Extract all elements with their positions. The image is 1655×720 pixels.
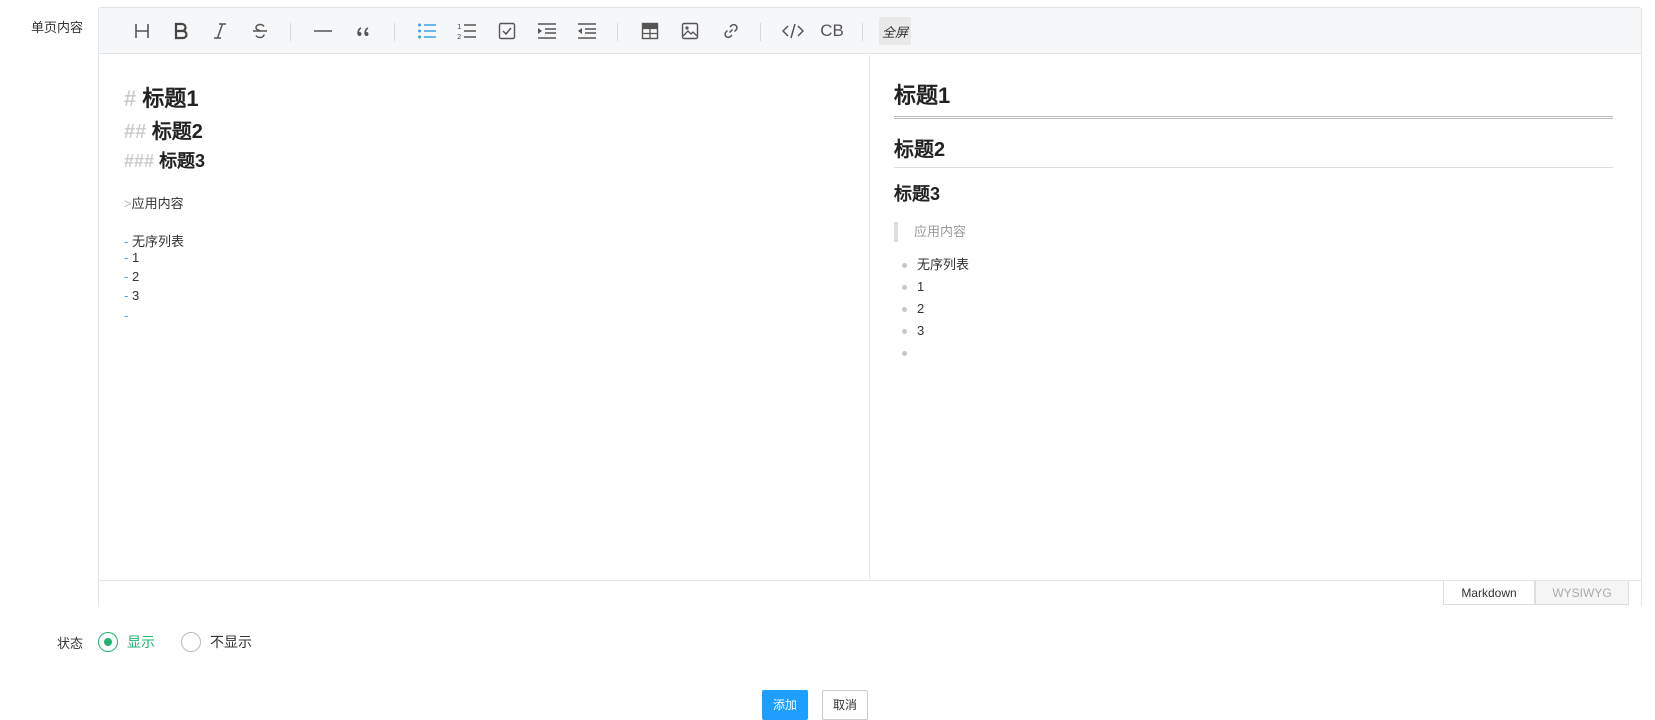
indent-icon[interactable] [532, 17, 562, 45]
md-quote: >应用内容 [124, 193, 184, 212]
radio-checked-icon [98, 632, 118, 652]
md-list-item: - 2 [124, 269, 139, 284]
preview-list-item: 3 [894, 320, 969, 342]
md-heading-text: 标题2 [151, 121, 203, 143]
md-list-text: 3 [131, 288, 140, 303]
preview-heading-2: 标题2 [894, 133, 1613, 168]
quote-icon[interactable] [349, 17, 379, 45]
md-heading-3: ### 标题3 [124, 147, 205, 173]
radio-label: 不显示 [210, 634, 252, 650]
toolbar-divider [862, 23, 863, 41]
md-list-item: - 3 [124, 288, 139, 303]
md-list-mark: - [124, 269, 129, 284]
fullscreen-button[interactable]: 全屏 [879, 17, 911, 45]
md-list-item: - [124, 308, 128, 323]
italic-icon[interactable] [205, 17, 235, 45]
md-list-mark: - [124, 308, 129, 323]
md-list-text: 无序列表 [131, 234, 184, 249]
heading-icon[interactable] [127, 17, 157, 45]
preview-list-item: 2 [894, 298, 969, 320]
md-list-item: - 无序列表 [124, 231, 184, 250]
radio-unchecked-icon [181, 632, 201, 652]
table-icon[interactable] [635, 17, 665, 45]
add-button[interactable]: 添加 [762, 690, 808, 720]
tab-markdown[interactable]: Markdown [1443, 581, 1535, 605]
md-quote-text: 应用内容 [131, 196, 184, 211]
link-icon[interactable] [716, 17, 746, 45]
markdown-preview-pane: 标题1 标题2 标题3 应用内容 无序列表 1 2 3 [871, 55, 1641, 580]
toolbar-divider [617, 23, 618, 41]
md-heading-text: 标题3 [159, 151, 206, 171]
md-heading-1: # 标题1 [124, 81, 199, 113]
code-icon[interactable] [778, 17, 808, 45]
ordered-list-icon[interactable]: 12 [452, 17, 482, 45]
md-list-mark: - [124, 250, 129, 265]
editor-mode-bar: Markdown WYSIWYG [99, 580, 1641, 608]
md-heading-mark: ## [124, 121, 147, 143]
toolbar-divider [290, 23, 291, 41]
task-list-icon[interactable] [492, 17, 522, 45]
md-quote-mark: > [124, 196, 132, 211]
toolbar-divider [394, 23, 395, 41]
cancel-button[interactable]: 取消 [822, 690, 868, 720]
md-heading-text: 标题1 [142, 86, 199, 111]
radio-label: 显示 [127, 634, 155, 650]
md-heading-mark: ### [124, 151, 155, 171]
md-list-mark: - [124, 234, 129, 249]
md-heading-mark: # [124, 86, 137, 111]
tab-wysiwyg[interactable]: WYSIWYG [1535, 581, 1629, 605]
preview-list-item [894, 342, 969, 364]
markdown-editor: 12 CB 全屏 # 标题1 ## 标题2 ### 标题3 >应用内容 - 无序… [98, 7, 1642, 608]
outdent-icon[interactable] [572, 17, 602, 45]
toolbar-divider [760, 23, 761, 41]
preview-blockquote: 应用内容 [894, 222, 966, 242]
md-list-item: - 1 [124, 250, 139, 265]
md-list-text: 1 [131, 250, 140, 265]
status-label: 状态 [56, 636, 83, 651]
preview-bullet-list: 无序列表 1 2 3 [894, 254, 969, 364]
preview-heading-1: 标题1 [894, 78, 1613, 119]
preview-list-item: 无序列表 [894, 254, 969, 276]
code-block-button[interactable]: CB [817, 17, 847, 45]
bullet-list-icon[interactable] [412, 17, 442, 45]
markdown-source-pane[interactable]: # 标题1 ## 标题2 ### 标题3 >应用内容 - 无序列表 - 1 - … [99, 55, 870, 580]
md-heading-2: ## 标题2 [124, 115, 203, 144]
status-radio-show[interactable]: 显示 [98, 632, 155, 652]
horizontal-rule-icon[interactable] [308, 17, 338, 45]
md-list-mark: - [124, 288, 129, 303]
svg-text:1: 1 [457, 23, 461, 31]
status-radio-hide[interactable]: 不显示 [181, 632, 252, 652]
bold-icon[interactable] [166, 17, 196, 45]
strikethrough-icon[interactable] [245, 17, 275, 45]
svg-text:2: 2 [457, 33, 461, 40]
preview-list-item: 1 [894, 276, 969, 298]
editor-toolbar: 12 CB 全屏 [99, 8, 1641, 54]
preview-heading-3: 标题3 [894, 184, 941, 204]
md-list-text: 2 [131, 269, 140, 284]
image-icon[interactable] [675, 17, 705, 45]
content-label: 单页内容 [30, 20, 83, 35]
